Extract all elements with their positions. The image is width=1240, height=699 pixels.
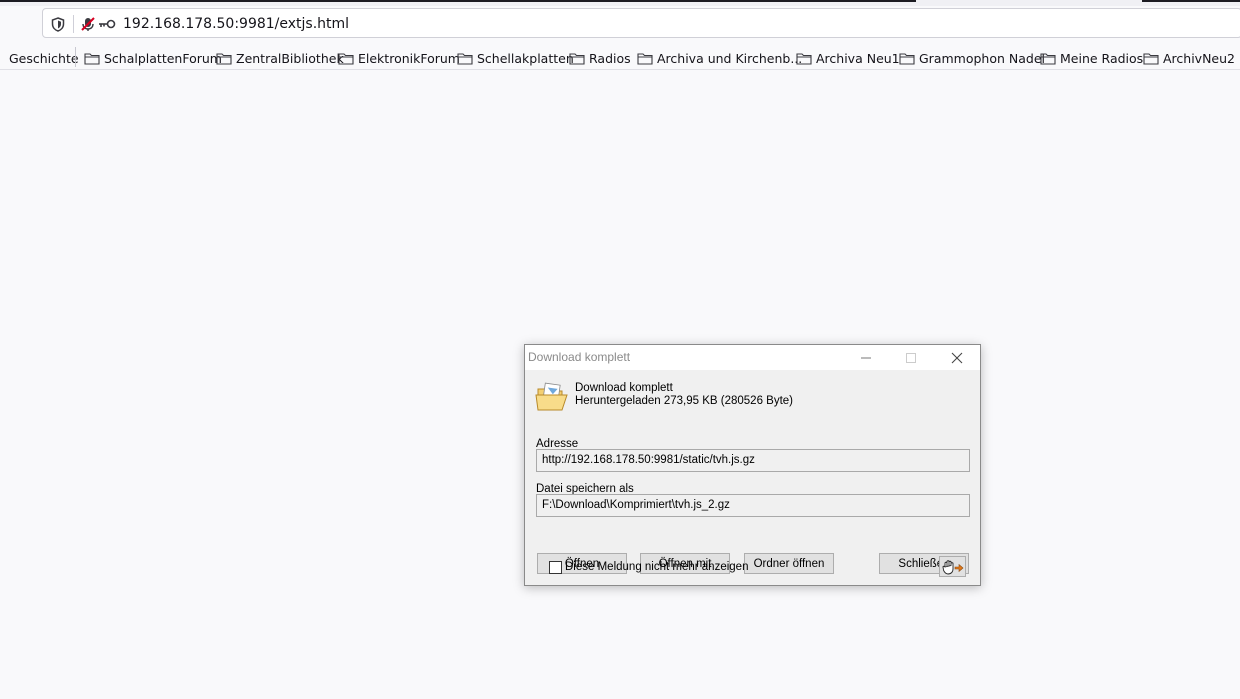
bookmark-label: ZentralBibliothek [236,50,344,66]
bookmark-schalplattenforum[interactable]: SchalplattenForum [84,48,222,68]
folder-icon [338,52,354,65]
dont-show-again-label[interactable]: Diese Meldung nicht mehr anzeigen [565,561,748,573]
folder-icon [569,52,585,65]
url-bar[interactable]: 192.168.178.50:9981/extjs.html [42,8,1240,38]
bookmark-archivneu2[interactable]: ArchivNeu2 [1143,48,1235,68]
download-complete-dialog: Download komplett Download komplett Heru… [524,344,981,586]
shield-icon[interactable] [49,15,67,33]
bookmark-elektronikforum[interactable]: ElektronikForum [338,48,460,68]
bookmark-label: Grammophon Nadel [919,50,1045,66]
folder-icon [796,52,812,65]
bookmark-label: ElektronikForum [358,50,460,66]
dialog-titlebar[interactable]: Download komplett [525,345,980,370]
bookmark-schellakplatten[interactable]: Schellakplatten [457,48,574,68]
folder-icon [637,52,653,65]
bookmark-label: Geschichte [9,50,79,66]
bookmark-label: ArchivNeu2 [1163,50,1235,66]
open-folder-icon [535,382,568,411]
message-title: Download komplett [575,382,673,394]
address-field[interactable]: http://192.168.178.50:9981/static/tvh.js… [536,449,970,472]
bookmark-zentralbibliothek[interactable]: ZentralBibliothek [216,48,344,68]
open-folder-button[interactable]: Ordner öffnen [744,553,834,574]
dialog-body: Download komplett Heruntergeladen 273,95… [525,370,980,585]
bookmark-grammophon-nadel[interactable]: Grammophon Nadel [899,48,1045,68]
navigation-toolbar: 192.168.178.50:9981/extjs.html [0,6,1240,40]
key-icon[interactable] [98,15,116,33]
tab-indicator [1142,0,1240,2]
save-as-field[interactable]: F:\Download\Komprimiert\tvh.js_2.gz [536,494,970,517]
bookmark-label: Archiva Neu1 [816,50,900,66]
folder-icon [84,52,100,65]
maximize-icon [888,345,934,370]
minimize-icon[interactable] [843,345,889,370]
bookmark-radios[interactable]: Radios [569,48,631,68]
microphone-blocked-icon[interactable] [79,15,97,33]
folder-icon [216,52,232,65]
dont-show-again-checkbox[interactable] [549,561,562,574]
tab-active-indicator [0,0,916,2]
url-separator [73,15,74,33]
folder-icon [457,52,473,65]
hand-pointer-icon [942,559,963,574]
bookmarks-separator [75,47,76,67]
close-icon[interactable] [934,345,980,370]
folder-icon [1040,52,1056,65]
bookmark-label: Radios [589,50,631,66]
folder-icon [1143,52,1159,65]
message-detail: Heruntergeladen 273,95 KB (280526 Byte) [575,395,794,407]
folder-icon [899,52,915,65]
bookmark-label: SchalplattenForum [104,50,222,66]
bookmark-geschichte[interactable]: Geschichte [9,48,79,68]
bookmarks-bar: Geschichte SchalplattenForum ZentralBibl… [0,44,1240,70]
bookmark-archiva-kirchenb[interactable]: Archiva und Kirchenb... [637,48,802,68]
dialog-title: Download komplett [528,350,631,364]
bookmark-archiva-neu1[interactable]: Archiva Neu1 [796,48,900,68]
bookmark-label: Meine Radios [1060,50,1144,66]
bookmark-label: Schellakplatten [477,50,574,66]
hand-options-button[interactable] [939,556,966,577]
bookmark-label: Archiva und Kirchenb... [657,50,803,66]
url-text[interactable]: 192.168.178.50:9981/extjs.html [123,16,349,32]
bookmark-meine-radios[interactable]: Meine Radios [1040,48,1143,68]
